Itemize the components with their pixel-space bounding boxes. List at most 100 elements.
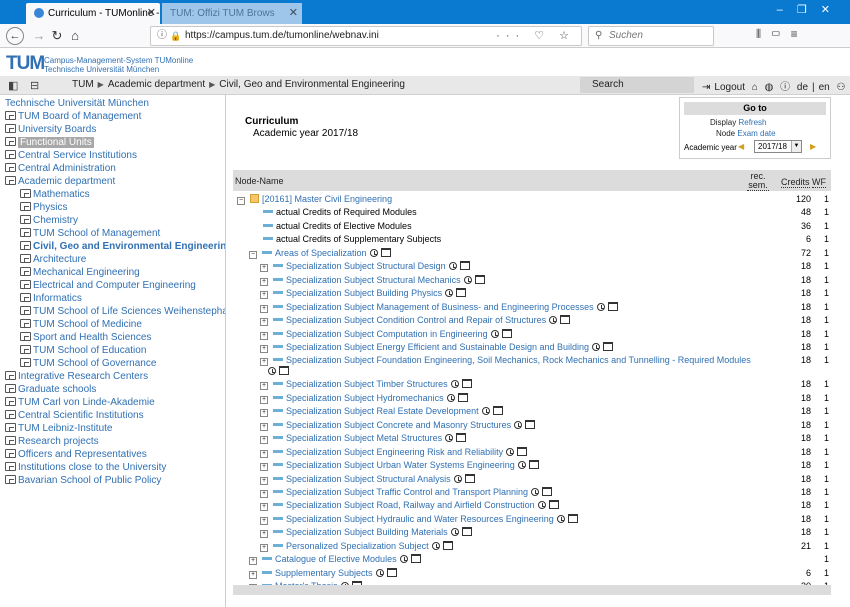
clock-icon[interactable] xyxy=(514,420,523,429)
url-actions-icon[interactable]: ··· ♡ ☆ xyxy=(496,27,575,45)
sidebar-item[interactable]: Civil, Geo and Environmental Engineering xyxy=(20,240,225,253)
globe-icon[interactable]: ◍ xyxy=(765,82,774,93)
calendar-icon[interactable] xyxy=(459,261,470,271)
sidebar-item[interactable]: Functional Units xyxy=(5,136,94,149)
clock-icon[interactable] xyxy=(549,316,558,325)
expand-icon[interactable]: + xyxy=(260,344,268,353)
next-year-icon[interactable]: ▶ xyxy=(810,142,816,151)
clock-icon[interactable] xyxy=(592,342,601,351)
node-name-link[interactable]: Specialization Subject Management of Bus… xyxy=(286,302,594,312)
calendar-icon[interactable] xyxy=(525,419,536,429)
collapse-icon[interactable]: − xyxy=(237,197,245,205)
clock-icon[interactable] xyxy=(453,474,462,483)
node-name-link[interactable]: Specialization Subject Engineering Risk … xyxy=(286,447,503,457)
node-name-link[interactable]: Specialization Subject Concrete and Maso… xyxy=(286,420,511,430)
tab-curriculum[interactable]: Curriculum - TUMonline - Tec ✕ xyxy=(26,3,160,24)
expand-icon[interactable]: + xyxy=(260,476,268,485)
expand-icon[interactable]: + xyxy=(260,449,268,458)
column-wf[interactable]: WF xyxy=(812,177,826,188)
clock-icon[interactable] xyxy=(596,302,605,311)
column-rec-sem[interactable]: rec. sem. xyxy=(747,172,769,191)
sidebar-item[interactable]: Physics xyxy=(20,201,67,214)
node-name-link[interactable]: Areas of Specialization xyxy=(275,248,367,258)
sidebar-item[interactable]: TUM Board of Management xyxy=(5,110,141,123)
sidebar-item[interactable]: Institutions close to the University xyxy=(5,461,166,474)
calendar-icon[interactable] xyxy=(517,446,528,456)
calendar-icon[interactable] xyxy=(464,473,475,483)
expand-icon[interactable]: + xyxy=(249,557,257,566)
clock-icon[interactable] xyxy=(431,541,440,550)
window-controls[interactable]: –❐✕ xyxy=(777,3,844,16)
calendar-icon[interactable] xyxy=(279,366,289,376)
sidebar-item[interactable]: TUM Carl von Linde-Akademie xyxy=(5,396,155,409)
clock-icon[interactable] xyxy=(399,555,408,564)
node-name-link[interactable]: Specialization Subject Road, Railway and… xyxy=(286,500,535,510)
node-name-link[interactable]: Specialization Subject Hydraulic and Wat… xyxy=(286,514,554,524)
clock-icon[interactable] xyxy=(448,262,457,271)
calendar-icon[interactable] xyxy=(567,513,578,523)
breadcrumb-academic-department[interactable]: Academic department xyxy=(108,79,205,90)
clock-icon[interactable] xyxy=(490,329,499,338)
expand-icon[interactable]: + xyxy=(249,570,257,579)
expand-icon[interactable]: + xyxy=(260,503,268,512)
clock-icon[interactable] xyxy=(556,514,565,523)
calendar-icon[interactable] xyxy=(603,341,614,351)
calendar-icon[interactable] xyxy=(560,315,571,325)
node-name-link[interactable]: Specialization Subject Building Physics xyxy=(286,288,442,298)
calendar-icon[interactable] xyxy=(380,247,391,257)
node-name-link[interactable]: Catalogue of Elective Modules xyxy=(275,554,397,564)
expand-icon[interactable]: + xyxy=(260,264,268,273)
sidebar-item[interactable]: Central Service Institutions xyxy=(5,149,137,162)
clock-icon[interactable] xyxy=(481,407,490,416)
calendar-icon[interactable] xyxy=(442,540,453,550)
node-name-link[interactable]: Specialization Subject Foundation Engine… xyxy=(286,355,751,365)
tab-other[interactable]: TUM: Offizi TUM Brows ✕ xyxy=(162,3,302,24)
calendar-icon[interactable] xyxy=(456,433,467,443)
node-name-link[interactable]: Specialization Subject Urban Water Syste… xyxy=(286,460,515,470)
refresh-link[interactable]: Refresh xyxy=(738,118,766,127)
reload-icon[interactable]: ↻ xyxy=(48,27,66,45)
clock-icon[interactable] xyxy=(445,289,454,298)
info-icon[interactable]: ⓘ xyxy=(157,27,167,45)
expand-icon[interactable]: + xyxy=(260,395,268,404)
sidebar-item[interactable]: Central Administration xyxy=(5,162,116,175)
calendar-icon[interactable] xyxy=(474,274,485,284)
node-name-link[interactable]: Specialization Subject Hydromechanics xyxy=(286,393,444,403)
sidebar-item[interactable]: Officers and Representatives xyxy=(5,448,147,461)
expand-icon[interactable]: + xyxy=(260,382,268,391)
sidebar-item[interactable]: Central Scientific Institutions xyxy=(5,409,144,422)
node-name-link[interactable]: Specialization Subject Structural Design xyxy=(286,261,446,271)
clock-icon[interactable] xyxy=(268,367,276,376)
clock-icon[interactable] xyxy=(517,461,526,470)
node-name-link[interactable]: Specialization Subject Structural Analys… xyxy=(286,474,451,484)
clock-icon[interactable] xyxy=(537,501,546,510)
sidebar-item[interactable]: Mechanical Engineering xyxy=(20,266,140,279)
clock-icon[interactable] xyxy=(450,380,459,389)
calendar-icon[interactable] xyxy=(461,379,472,389)
sidebar-item[interactable]: TUM School of Medicine xyxy=(20,318,142,331)
expand-icon[interactable]: + xyxy=(260,490,268,498)
expand-icon[interactable]: + xyxy=(260,436,268,445)
sidebar-item[interactable]: Informatics xyxy=(20,292,82,305)
node-name-link[interactable]: Specialization Subject Metal Structures xyxy=(286,433,442,443)
calendar-icon[interactable] xyxy=(457,392,468,402)
clock-icon[interactable] xyxy=(530,488,539,496)
clock-icon[interactable] xyxy=(450,528,459,537)
expand-icon[interactable]: + xyxy=(260,409,268,418)
node-name-link[interactable]: Specialization Subject Timber Structures xyxy=(286,379,448,389)
back-icon[interactable]: ← xyxy=(6,27,24,45)
clock-icon[interactable] xyxy=(463,275,472,284)
academic-year-select[interactable]: 2017/18 ▼ xyxy=(754,140,802,153)
expand-icon[interactable]: + xyxy=(260,318,268,327)
calendar-icon[interactable] xyxy=(461,527,472,537)
info-icon[interactable]: ⓘ xyxy=(780,82,790,93)
clock-icon[interactable] xyxy=(445,434,454,443)
sidebar-item[interactable]: Architecture xyxy=(20,253,86,266)
sidebar-item[interactable]: Bavarian School of Public Policy xyxy=(5,474,161,487)
close-icon[interactable]: ✕ xyxy=(289,3,298,24)
sidebar-item[interactable]: Chemistry xyxy=(20,214,78,227)
user-icon[interactable]: ⚇ xyxy=(837,82,846,93)
node-name-link[interactable]: Personalized Specialization Subject xyxy=(286,541,429,551)
node-name-link[interactable]: [20161] Master Civil Engineering xyxy=(262,194,392,204)
expand-icon[interactable]: + xyxy=(260,530,268,539)
